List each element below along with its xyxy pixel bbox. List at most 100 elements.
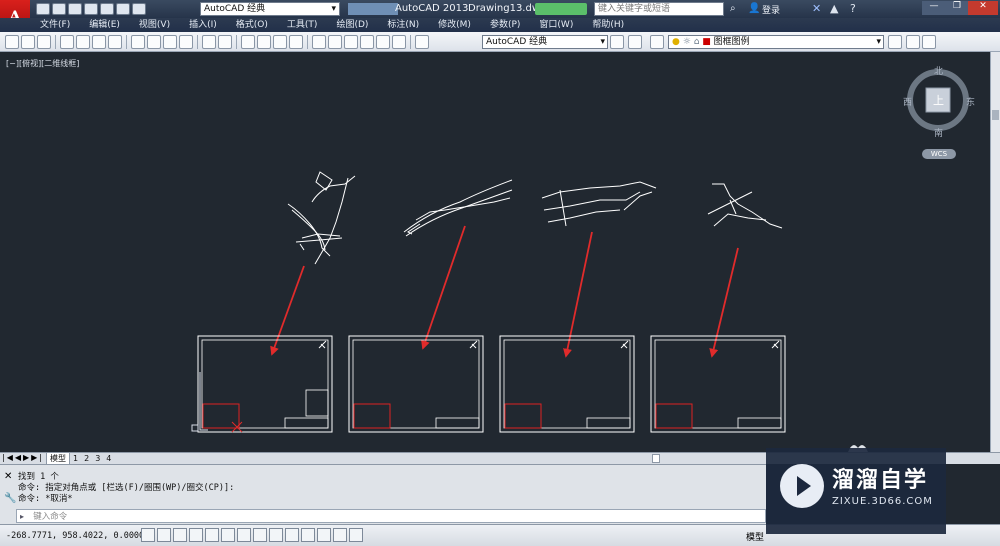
redo-icon[interactable] (218, 35, 232, 49)
drawing-frame-1[interactable] (197, 335, 333, 433)
workspace-settings-icon[interactable] (610, 35, 624, 49)
drawing-frame-4[interactable] (650, 335, 786, 433)
menu-item-1[interactable]: 编辑(E) (89, 18, 120, 32)
command-input[interactable]: ▸ 键入命令 (16, 509, 766, 523)
tab-layout-2[interactable]: 2 (81, 453, 92, 464)
tab-nav-arrows[interactable]: |◀◀▶▶| (2, 453, 44, 462)
layer-properties-icon[interactable] (650, 35, 664, 49)
menu-item-6[interactable]: 绘图(D) (336, 18, 368, 32)
grid-icon[interactable] (173, 528, 187, 542)
wcs-menu[interactable]: WCS (922, 149, 956, 159)
drawing-frame-2[interactable] (348, 335, 484, 433)
workspace-dropdown[interactable]: AutoCAD 经典 ▾ (482, 35, 608, 49)
properties-icon[interactable] (312, 35, 326, 49)
menu-item-0[interactable]: 文件(F) (40, 18, 70, 32)
menu-item-8[interactable]: 修改(M) (438, 18, 471, 32)
tab-layout-1[interactable]: 1 (70, 453, 81, 464)
viewcube[interactable] (848, 69, 969, 452)
menu-item-5[interactable]: 工具(T) (287, 18, 318, 32)
drawing-canvas[interactable]: [−][俯视][二维线框] 北 南 东 西 上 WCS (0, 52, 990, 452)
pan-icon[interactable] (241, 35, 255, 49)
zoom-realtime-icon[interactable] (257, 35, 271, 49)
vertical-scrollbar[interactable] (990, 52, 1000, 452)
viewport-label[interactable]: [−][俯视][二维线框] (6, 58, 79, 69)
tab-layout-3[interactable]: 3 (92, 453, 103, 464)
wrench-icon[interactable]: 🔧 (4, 493, 16, 504)
quick-properties-icon[interactable] (333, 528, 347, 542)
3d-osnap-icon[interactable] (237, 528, 251, 542)
paste-icon[interactable] (163, 35, 177, 49)
user-icon[interactable]: 👤 (748, 3, 760, 14)
open-icon[interactable] (21, 35, 35, 49)
otrack-icon[interactable] (253, 528, 267, 542)
model-space-label[interactable]: 模型 (746, 530, 764, 543)
layer-dropdown[interactable]: ● ☼ ⌂ ■ 图框图例 ▾ (668, 35, 884, 49)
save-icon[interactable] (68, 3, 82, 15)
menu-item-9[interactable]: 参数(P) (490, 18, 520, 32)
design-center-icon[interactable] (328, 35, 342, 49)
new-icon[interactable] (36, 3, 50, 15)
minimize-button[interactable]: — (922, 1, 946, 15)
binoculars-icon[interactable]: ⌕ (730, 3, 736, 14)
snap-icon[interactable] (157, 528, 171, 542)
open-icon[interactable] (52, 3, 66, 15)
publish-icon[interactable] (92, 35, 106, 49)
ortho-icon[interactable] (189, 528, 203, 542)
selection-cycling-icon[interactable] (349, 528, 363, 542)
markup-icon[interactable] (376, 35, 390, 49)
polar-icon[interactable] (205, 528, 219, 542)
viewcube-top-label[interactable]: 上 (933, 92, 944, 108)
tab-layout-4[interactable]: 4 (103, 453, 114, 464)
exchange-icon[interactable]: ✕ (812, 2, 821, 15)
save-as-icon[interactable] (84, 3, 98, 15)
match-properties-icon[interactable] (179, 35, 193, 49)
menu-item-4[interactable]: 格式(O) (236, 18, 268, 32)
ducs-icon[interactable] (269, 528, 283, 542)
cut-icon[interactable] (131, 35, 145, 49)
coordinate-readout[interactable]: -268.7771, 958.4022, 0.0000 (6, 531, 144, 541)
make-current-icon[interactable] (888, 35, 902, 49)
preview-icon[interactable] (76, 35, 90, 49)
login-link[interactable]: 登录 (762, 3, 780, 16)
help-icon[interactable] (415, 35, 429, 49)
new-icon[interactable] (5, 35, 19, 49)
layer-state-icon[interactable] (922, 35, 936, 49)
workspace-combo[interactable]: AutoCAD 经典 ▾ (200, 2, 340, 16)
calculator-icon[interactable] (392, 35, 406, 49)
scroll-thumb[interactable] (992, 110, 999, 120)
plot-icon[interactable] (60, 35, 74, 49)
compass-north[interactable]: 北 (934, 64, 943, 77)
transparency-icon[interactable] (317, 528, 331, 542)
undo-icon[interactable] (202, 35, 216, 49)
zoom-window-icon[interactable] (273, 35, 287, 49)
infer-constraints-icon[interactable] (141, 528, 155, 542)
layer-previous-icon[interactable] (906, 35, 920, 49)
plot-icon[interactable] (100, 3, 114, 15)
hscroll-thumb[interactable] (652, 454, 660, 463)
lineweight-icon[interactable] (301, 528, 315, 542)
dyn-icon[interactable] (285, 528, 299, 542)
menu-item-11[interactable]: 帮助(H) (592, 18, 624, 32)
close-icon[interactable]: ✕ (4, 471, 12, 482)
menu-item-3[interactable]: 插入(I) (189, 18, 217, 32)
restore-button[interactable]: ❐ (946, 1, 968, 15)
help-icon[interactable]: ? (850, 2, 856, 15)
menu-item-10[interactable]: 窗口(W) (539, 18, 573, 32)
undo-icon[interactable] (116, 3, 130, 15)
search-input[interactable]: 键入关键字或短语 (594, 2, 724, 16)
sheet-set-icon[interactable] (360, 35, 374, 49)
redo-icon[interactable] (132, 3, 146, 15)
close-button[interactable]: ✕ (968, 1, 998, 15)
copy-icon[interactable] (147, 35, 161, 49)
3d-print-icon[interactable] (108, 35, 122, 49)
zoom-previous-icon[interactable] (289, 35, 303, 49)
save-icon[interactable] (37, 35, 51, 49)
apps-icon[interactable]: ▲ (830, 2, 838, 15)
customize-icon[interactable] (628, 35, 642, 49)
menu-item-2[interactable]: 视图(V) (139, 18, 170, 32)
compass-east[interactable]: 东 (966, 95, 975, 108)
compass-south[interactable]: 南 (934, 126, 943, 139)
osnap-icon[interactable] (221, 528, 235, 542)
menu-item-7[interactable]: 标注(N) (387, 18, 419, 32)
compass-west[interactable]: 西 (903, 95, 912, 108)
